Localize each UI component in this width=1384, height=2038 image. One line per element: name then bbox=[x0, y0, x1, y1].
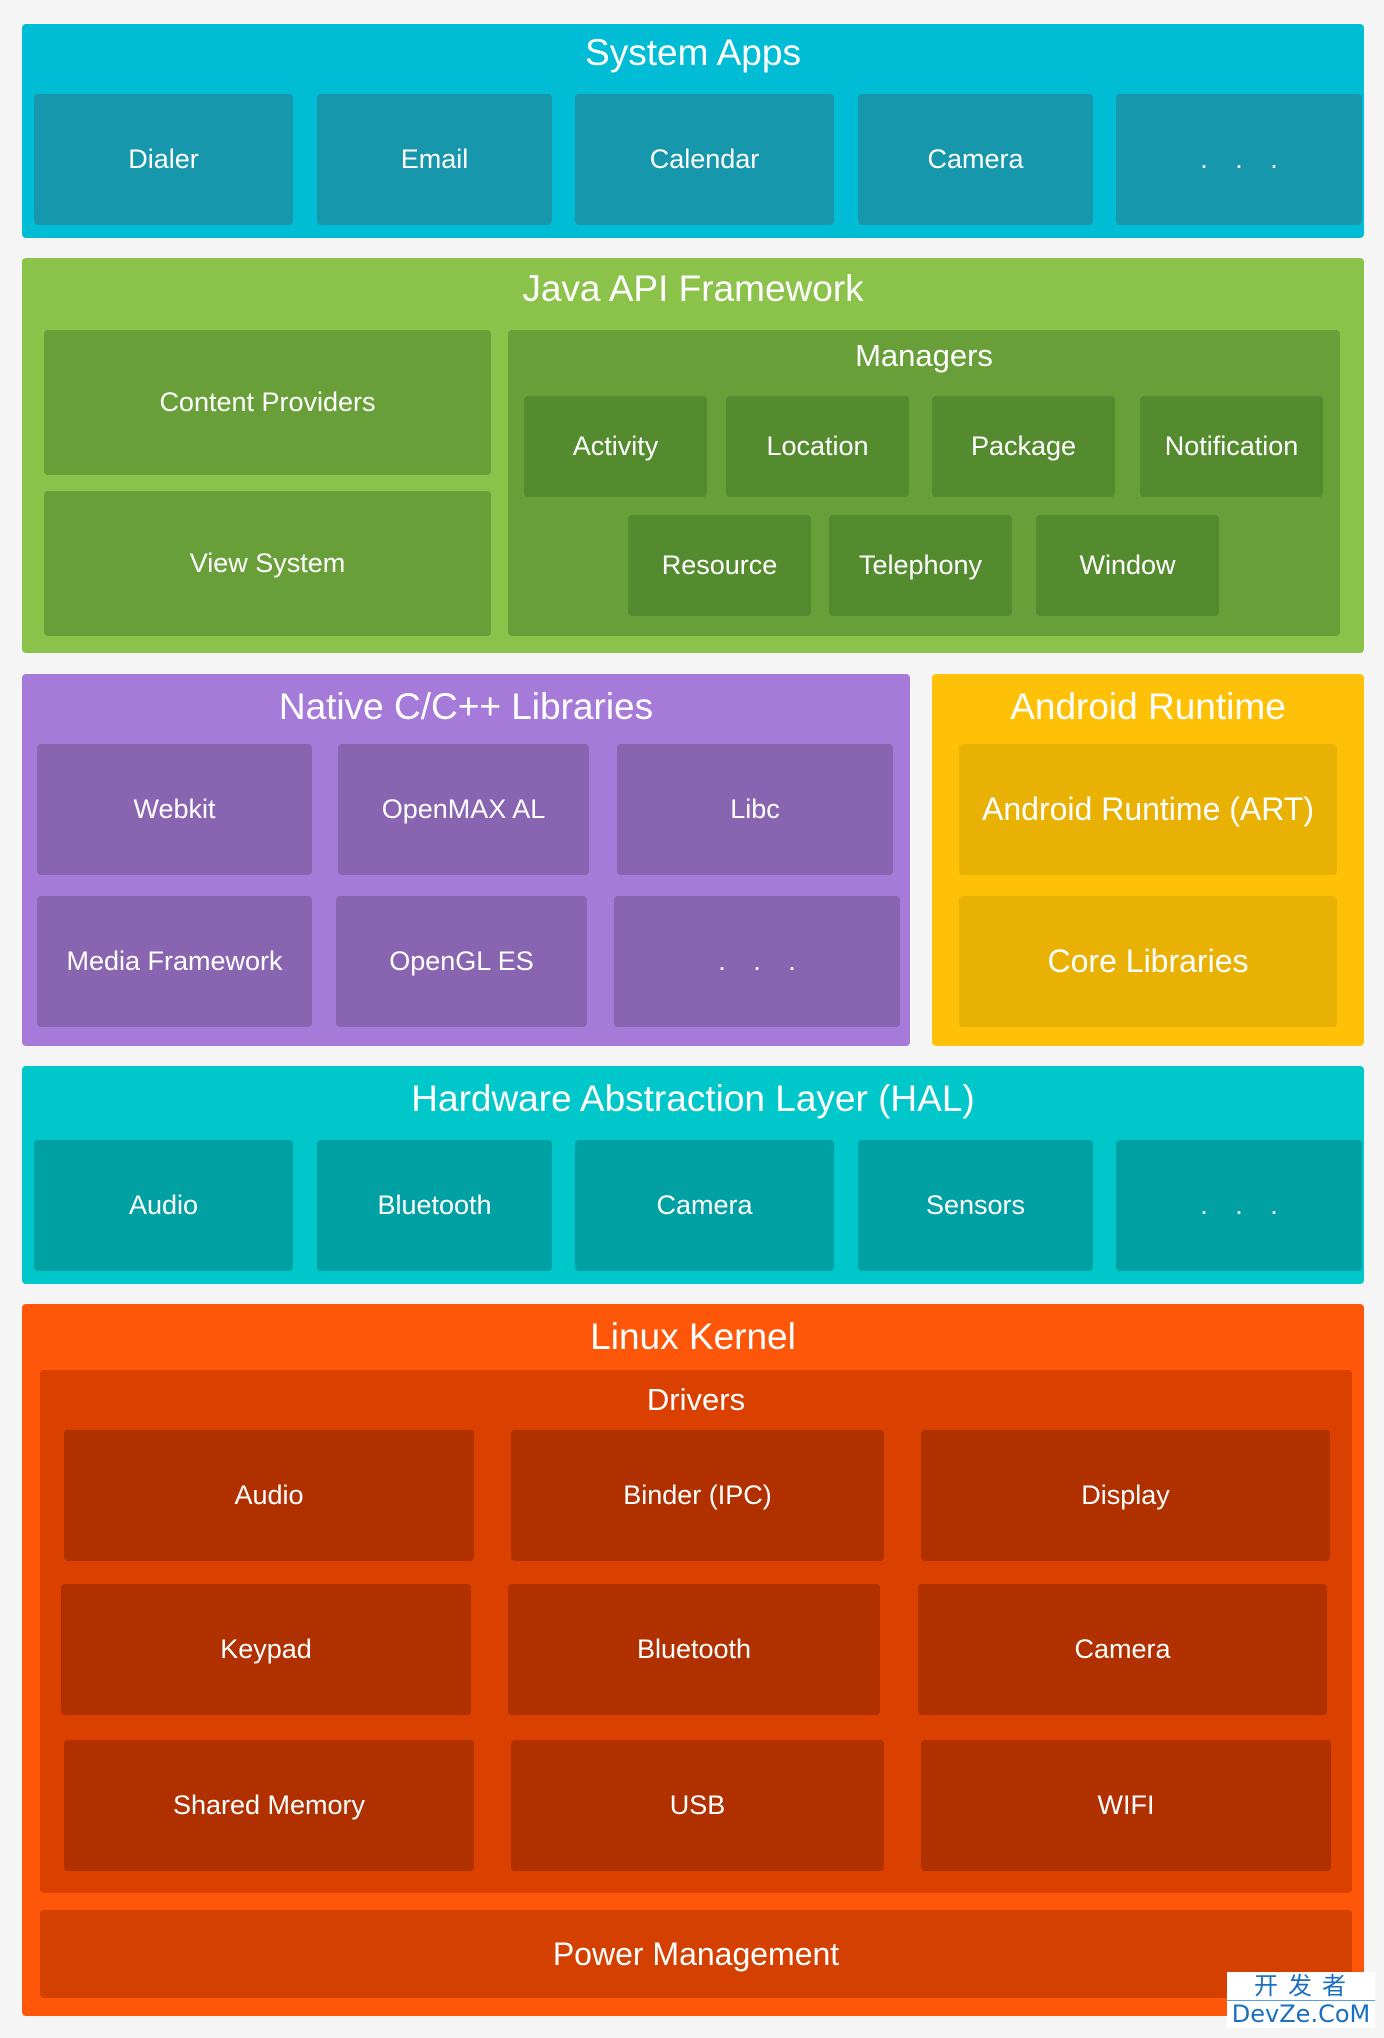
lib-libc: Libc bbox=[617, 744, 893, 875]
watermark-domain-text: DevZe.CoM bbox=[1231, 2000, 1371, 2028]
drivers-group: Drivers Audio Binder (IPC) Display Keypa… bbox=[40, 1370, 1352, 1893]
driver-shared-memory: Shared Memory bbox=[64, 1740, 474, 1871]
hal-audio: Audio bbox=[34, 1140, 293, 1271]
layer-native-libraries: Native C/C++ Libraries Webkit OpenMAX AL… bbox=[22, 674, 910, 1046]
driver-camera: Camera bbox=[918, 1584, 1327, 1715]
layer-title: System Apps bbox=[585, 32, 801, 73]
hal-camera: Camera bbox=[575, 1140, 834, 1271]
layer-android-runtime: Android Runtime Android Runtime (ART) Co… bbox=[932, 674, 1364, 1046]
watermark-chinese-text: 开发者 bbox=[1227, 1974, 1375, 2001]
app-dialer: Dialer bbox=[34, 94, 293, 225]
driver-usb: USB bbox=[511, 1740, 884, 1871]
layer-title: Hardware Abstraction Layer (HAL) bbox=[411, 1078, 975, 1119]
managers-group: Managers Activity Location Package Notif… bbox=[508, 330, 1340, 636]
driver-audio: Audio bbox=[64, 1430, 474, 1561]
driver-display: Display bbox=[921, 1430, 1330, 1561]
layer-title: Linux Kernel bbox=[590, 1316, 796, 1357]
runtime-art: Android Runtime (ART) bbox=[959, 744, 1337, 875]
lib-opengl-es: OpenGL ES bbox=[336, 896, 587, 1027]
manager-resource: Resource bbox=[628, 515, 811, 616]
managers-title: Managers bbox=[855, 338, 993, 373]
app-calendar: Calendar bbox=[575, 94, 834, 225]
content-providers: Content Providers bbox=[44, 330, 491, 475]
lib-media-framework: Media Framework bbox=[37, 896, 312, 1027]
driver-binder-ipc: Binder (IPC) bbox=[511, 1430, 884, 1561]
app-camera: Camera bbox=[858, 94, 1093, 225]
driver-bluetooth: Bluetooth bbox=[508, 1584, 880, 1715]
lib-more: . . . bbox=[614, 896, 900, 1027]
runtime-core-libraries: Core Libraries bbox=[959, 896, 1337, 1027]
layer-hal: Hardware Abstraction Layer (HAL) Audio B… bbox=[22, 1066, 1364, 1284]
hal-more: . . . bbox=[1116, 1140, 1362, 1271]
watermark-logo: 开发者 DevZe.CoM bbox=[1227, 1972, 1375, 2028]
manager-activity: Activity bbox=[524, 396, 707, 497]
manager-telephony: Telephony bbox=[829, 515, 1012, 616]
layer-system-apps: System Apps Dialer Email Calendar Camera… bbox=[22, 24, 1364, 238]
manager-notification: Notification bbox=[1140, 396, 1323, 497]
hal-sensors: Sensors bbox=[858, 1140, 1093, 1271]
layer-linux-kernel: Linux Kernel Drivers Audio Binder (IPC) … bbox=[22, 1304, 1364, 2016]
layer-title: Android Runtime bbox=[1010, 686, 1286, 727]
lib-webkit: Webkit bbox=[37, 744, 312, 875]
drivers-title: Drivers bbox=[646, 1382, 746, 1417]
layer-java-api-framework: Java API Framework Content Providers Vie… bbox=[22, 258, 1364, 653]
manager-package: Package bbox=[932, 396, 1115, 497]
manager-location: Location bbox=[726, 396, 909, 497]
driver-wifi: WIFI bbox=[921, 1740, 1331, 1871]
manager-window: Window bbox=[1036, 515, 1219, 616]
app-email: Email bbox=[317, 94, 552, 225]
power-management: Power Management bbox=[40, 1910, 1352, 1998]
app-more: . . . bbox=[1116, 94, 1362, 225]
layer-title: Native C/C++ Libraries bbox=[278, 686, 654, 727]
layer-title: Java API Framework bbox=[522, 268, 864, 309]
lib-openmax-al: OpenMAX AL bbox=[338, 744, 589, 875]
view-system: View System bbox=[44, 491, 491, 636]
driver-keypad: Keypad bbox=[61, 1584, 471, 1715]
hal-bluetooth: Bluetooth bbox=[317, 1140, 552, 1271]
